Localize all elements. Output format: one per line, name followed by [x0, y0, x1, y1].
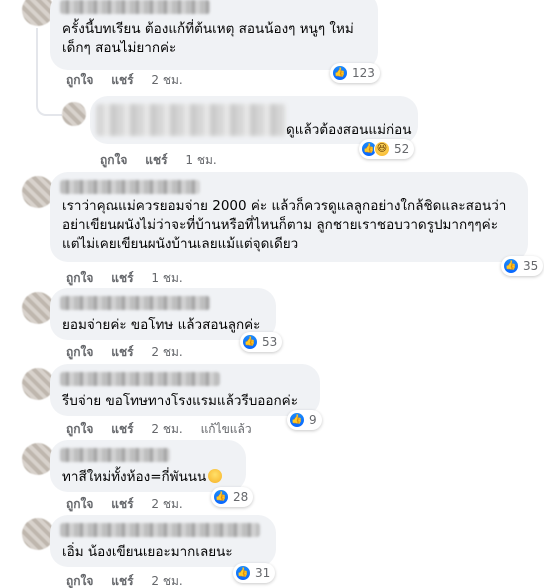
- comment-actions: ถูกใจ แชร์ 2 ชม.: [66, 495, 197, 514]
- like-button[interactable]: ถูกใจ: [66, 73, 93, 87]
- like-icon: 👍: [213, 489, 229, 505]
- share-button[interactable]: แชร์: [111, 497, 133, 511]
- like-button[interactable]: ถูกใจ: [66, 497, 93, 511]
- reaction-summary[interactable]: 👍 53: [240, 332, 283, 352]
- reaction-summary[interactable]: 👍 28: [211, 487, 254, 507]
- comment-actions: ถูกใจ แชร์ 2 ชม.: [66, 572, 197, 588]
- timestamp[interactable]: 2 ชม.: [151, 574, 182, 588]
- comment-actions: ถูกใจ แชร์ 2 ชม.: [66, 343, 197, 362]
- reaction-count: 28: [233, 490, 249, 504]
- timestamp[interactable]: 2 ชม.: [151, 73, 182, 87]
- comment-text-content: ทาสีใหม่ทั้งห้อง=กี่พันนน: [62, 469, 207, 485]
- comment-text: ครั้งนี้บทเรียน ต้องแก้ที่ต้นเหตุ สอนน้อ…: [62, 21, 354, 56]
- like-button[interactable]: ถูกใจ: [66, 422, 93, 436]
- reaction-summary[interactable]: 👍 35: [501, 256, 544, 276]
- commenter-name-redacted[interactable]: [60, 296, 210, 310]
- timestamp[interactable]: 2 ชม.: [151, 497, 182, 511]
- comment-text: ยอมจ่ายค่ะ ขอโทษ แล้วสอนลูกค่ะ: [62, 317, 261, 333]
- sad-face-emoji-icon: [208, 469, 223, 483]
- avatar[interactable]: [62, 102, 86, 126]
- reaction-summary[interactable]: 👍 😆 52: [359, 139, 415, 159]
- comment-bubble: เราว่าคุณแม่ควรยอมจ่าย 2000 ค่ะ แล้วก็คว…: [50, 172, 528, 262]
- comment-text: ดูแล้วต้องสอนแม่ก่อน: [286, 122, 412, 138]
- share-button[interactable]: แชร์: [111, 422, 133, 436]
- like-button[interactable]: ถูกใจ: [66, 271, 93, 285]
- reaction-count: 52: [394, 142, 410, 156]
- reaction-count: 31: [255, 566, 271, 580]
- share-button[interactable]: แชร์: [111, 345, 133, 359]
- like-icon: 👍: [503, 258, 519, 274]
- comment-actions: ถูกใจ แชร์ 2 ชม.: [66, 71, 197, 90]
- edited-label[interactable]: แก้ไขแล้ว: [201, 422, 252, 436]
- reaction-summary[interactable]: 👍 123: [330, 63, 380, 83]
- like-icon: 👍: [242, 334, 258, 350]
- comment-text: รีบจ่าย ขอโทษทางโรงแรมแล้วรีบออกค่ะ: [62, 393, 298, 409]
- commenter-name-redacted[interactable]: [60, 448, 170, 462]
- share-button[interactable]: แชร์: [111, 574, 133, 588]
- comment-text: เอิ่ม น้องเขียนเยอะมากเลยนะ: [62, 544, 233, 560]
- commenter-name-redacted[interactable]: [60, 0, 210, 14]
- share-button[interactable]: แชร์: [111, 271, 133, 285]
- reaction-count: 123: [352, 66, 375, 80]
- like-button[interactable]: ถูกใจ: [100, 153, 127, 167]
- reaction-summary[interactable]: 👍 31: [233, 563, 276, 583]
- timestamp[interactable]: 1 ชม.: [185, 153, 216, 167]
- comment-actions: ถูกใจ แชร์ 1 ชม.: [100, 151, 231, 170]
- timestamp[interactable]: 1 ชม.: [151, 271, 182, 285]
- timestamp[interactable]: 2 ชม.: [151, 345, 182, 359]
- comment-bubble: ทาสีใหม่ทั้งห้อง=กี่พันนน: [50, 440, 246, 492]
- commenter-name-redacted[interactable]: [60, 180, 200, 194]
- comment-text: เราว่าคุณแม่ควรยอมจ่าย 2000 ค่ะ แล้วก็คว…: [62, 198, 507, 252]
- commenter-name-redacted[interactable]: [60, 523, 260, 537]
- share-button[interactable]: แชร์: [145, 153, 167, 167]
- comment-bubble: เอิ่ม น้องเขียนเยอะมากเลยนะ: [50, 515, 276, 567]
- reaction-count: 35: [523, 259, 539, 273]
- comment-bubble: ครั้งนี้บทเรียน ต้องแก้ที่ต้นเหตุ สอนน้อ…: [50, 0, 378, 70]
- like-button[interactable]: ถูกใจ: [66, 345, 93, 359]
- like-icon: 👍: [332, 65, 348, 81]
- like-icon: 👍: [289, 412, 305, 428]
- comment-text: ทาสีใหม่ทั้งห้อง=กี่พันนน: [62, 468, 244, 487]
- like-button[interactable]: ถูกใจ: [66, 574, 93, 588]
- comment-bubble: รีบจ่าย ขอโทษทางโรงแรมแล้วรีบออกค่ะ: [50, 364, 320, 416]
- reaction-count: 9: [309, 413, 317, 427]
- comment-bubble: ดูแล้วต้องสอนแม่ก่อน: [90, 96, 418, 144]
- reaction-count: 53: [262, 335, 278, 349]
- share-button[interactable]: แชร์: [111, 73, 133, 87]
- reaction-summary[interactable]: 👍 9: [287, 410, 322, 430]
- reply-thread-line: [36, 28, 62, 116]
- like-icon: 👍: [235, 565, 251, 581]
- haha-icon: 😆: [374, 141, 390, 157]
- redacted-content: [96, 104, 286, 136]
- comment-actions: ถูกใจ แชร์ 2 ชม. แก้ไขแล้ว: [66, 420, 266, 439]
- commenter-name-redacted[interactable]: [60, 372, 220, 386]
- comment-bubble: ยอมจ่ายค่ะ ขอโทษ แล้วสอนลูกค่ะ: [50, 288, 276, 340]
- comment-actions: ถูกใจ แชร์ 1 ชม.: [66, 269, 197, 288]
- timestamp[interactable]: 2 ชม.: [151, 422, 182, 436]
